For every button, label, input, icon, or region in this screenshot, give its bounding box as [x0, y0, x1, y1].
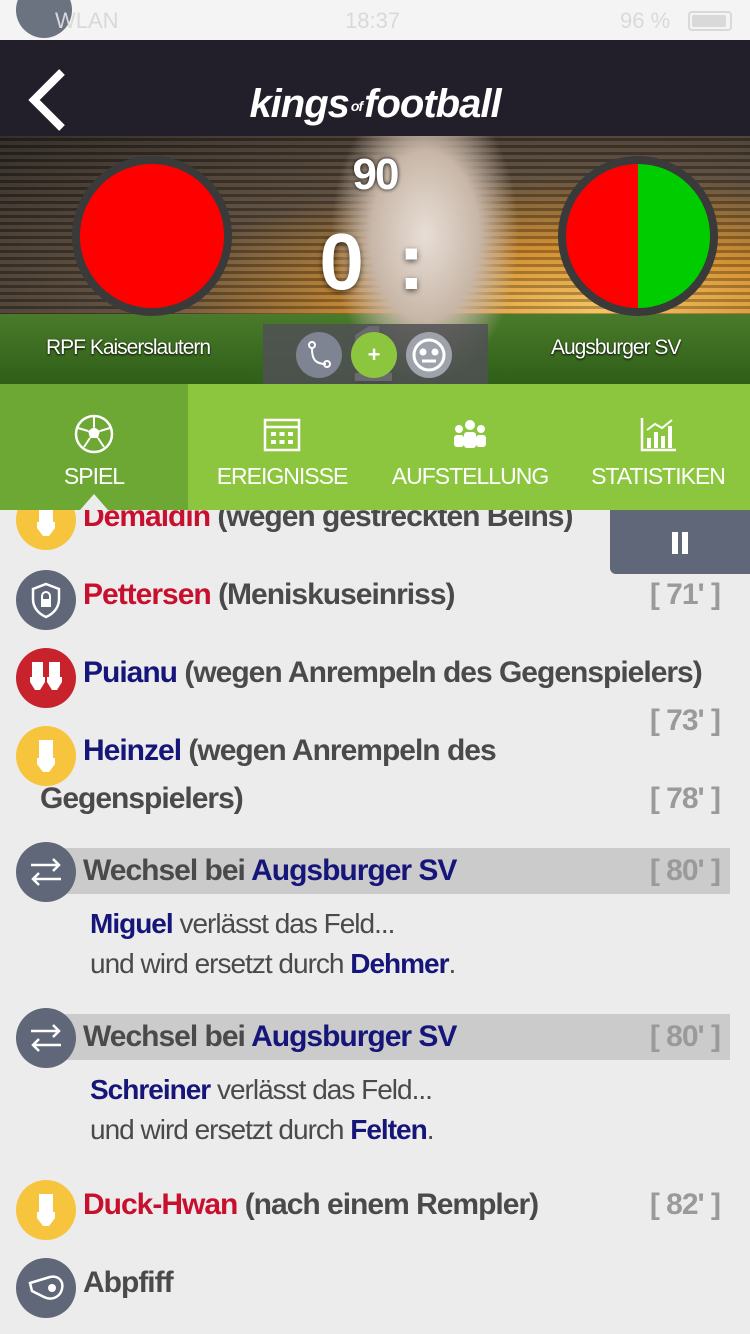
in-end: .	[426, 1114, 435, 1145]
yellow-card-icon	[16, 726, 76, 786]
event-detail: (wegen Anrempeln des Gegenspielers)	[177, 656, 702, 689]
player-name[interactable]: Pettersen	[83, 578, 212, 611]
player-out-name[interactable]: Schreiner	[90, 1074, 211, 1105]
red-card-icon	[16, 648, 76, 708]
event-detail: (Meniskuseinriss)	[210, 578, 455, 611]
active-tab-indicator	[80, 494, 108, 510]
logo-kings: kings	[249, 82, 349, 126]
substitution-in-line: und wird ersetzt durch Felten.	[90, 1114, 434, 1146]
tab-bar: SPIEL EREIGNISSE AUFSTELLUNG STATISTIKEN	[0, 384, 750, 510]
team-name[interactable]: Augsburger SV	[251, 854, 457, 887]
tactics-button[interactable]	[296, 332, 342, 378]
team-name[interactable]: Augsburger SV	[251, 1020, 457, 1053]
tactics-icon	[308, 341, 331, 368]
event-minute: [ 78' ]	[649, 782, 721, 815]
player-name[interactable]: Puianu	[83, 656, 178, 689]
in-end: .	[448, 948, 457, 979]
pause-button[interactable]	[610, 510, 750, 574]
add-button[interactable]: +	[351, 332, 397, 378]
tab-label: AUFSTELLUNG	[391, 463, 549, 489]
event-minute: [ 82' ]	[649, 1188, 721, 1221]
home-team-name: RPF Kaiserslautern	[46, 336, 211, 359]
tab-spiel[interactable]: SPIEL	[0, 384, 188, 510]
event-minute: [ 73' ]	[649, 704, 721, 737]
substitution-label: Wechsel bei	[83, 1020, 252, 1053]
team-icon	[454, 420, 486, 448]
in-text: und wird ersetzt durch	[90, 948, 351, 979]
substitution-out-line: Miguel verlässt das Feld...	[90, 908, 395, 940]
substitution-out-line: Schreiner verlässt das Feld...	[90, 1074, 433, 1106]
player-name[interactable]: Demaldin	[83, 510, 211, 533]
in-text: und wird ersetzt durch	[90, 1114, 351, 1145]
player-in-name[interactable]: Dehmer	[350, 948, 449, 979]
app-logo: kings offootball	[0, 82, 750, 127]
tab-aufstellung[interactable]: AUFSTELLUNG	[376, 384, 564, 510]
status-time: 18:37	[345, 8, 401, 33]
tab-statistiken[interactable]: STATISTIKEN	[564, 384, 750, 510]
match-controls: +	[263, 324, 488, 384]
substitution-title: Wechsel bei Augsburger SV	[83, 1020, 457, 1054]
tab-label: STATISTIKEN	[591, 463, 726, 489]
event-label: Abpfiff	[83, 1266, 174, 1299]
app-header: kings offootball	[0, 40, 750, 136]
event-text: Duck-Hwan (nach einem Rempler)	[83, 1188, 539, 1222]
substitution-icon	[16, 1008, 76, 1068]
player-name[interactable]: Duck-Hwan	[83, 1188, 238, 1221]
home-team-crest[interactable]	[72, 156, 232, 316]
away-team-name: Augsburger SV	[551, 336, 681, 359]
whistle-icon	[16, 1258, 76, 1318]
substitution-icon	[16, 842, 76, 902]
calendar-icon	[263, 418, 301, 452]
status-bar: WLAN 18:37 96 %	[0, 0, 750, 40]
player-out-name[interactable]: Miguel	[90, 908, 174, 939]
event-text: Abpfiff	[83, 1266, 174, 1300]
match-minute: 90	[352, 150, 400, 199]
yellow-card-icon	[16, 1180, 76, 1240]
tab-ereignisse[interactable]: EREIGNISSE	[188, 384, 376, 510]
face-icon	[412, 338, 446, 372]
logo-of: of	[350, 98, 363, 115]
tab-label: SPIEL	[63, 463, 125, 489]
out-text: verlässt das Feld...	[172, 908, 395, 939]
player-name[interactable]: Heinzel	[83, 734, 182, 767]
tab-label: EREIGNISSE	[216, 463, 349, 489]
away-team-crest[interactable]	[558, 156, 718, 316]
event-minute: [ 80' ]	[649, 1020, 721, 1053]
plus-icon: +	[367, 342, 381, 367]
substitution-in-line: und wird ersetzt durch Dehmer.	[90, 948, 457, 980]
logo-football: football	[364, 82, 501, 126]
substitution-label: Wechsel bei	[83, 854, 252, 887]
event-detail-continued: Gegenspielers)	[40, 782, 244, 815]
event-text: Demaldin (wegen gestreckten Beins)	[83, 510, 573, 534]
substitution-title: Wechsel bei Augsburger SV	[83, 854, 457, 888]
scoreboard: 90 0 : 1 RPF Kaiserslautern Augsburger S…	[0, 136, 750, 384]
event-detail: (wegen gestreckten Beins)	[210, 510, 573, 533]
out-text: verlässt das Feld...	[210, 1074, 433, 1105]
event-text: Pettersen (Meniskuseinriss)	[83, 578, 455, 612]
battery-icon	[688, 11, 732, 31]
chart-icon	[640, 418, 676, 452]
event-minute: [ 80' ]	[649, 854, 721, 887]
event-detail: (nach einem Rempler)	[237, 1188, 539, 1221]
event-minute: [ 71' ]	[649, 578, 721, 611]
soccer-ball-icon	[74, 414, 114, 454]
player-in-name[interactable]: Felten	[350, 1114, 427, 1145]
event-text: Heinzel (wegen Anrempeln des	[83, 734, 497, 768]
yellow-card-icon	[16, 510, 76, 550]
network-label: WLAN	[55, 8, 119, 33]
battery-percent: 96 %	[620, 8, 671, 33]
injury-shield-icon	[16, 570, 76, 630]
event-detail: (wegen Anrempeln des	[181, 734, 496, 767]
event-text: Puianu (wegen Anrempeln des Gegenspieler…	[83, 656, 703, 690]
events-list[interactable]: Demaldin (wegen gestreckten Beins) Pette…	[0, 510, 750, 1334]
mood-button[interactable]	[406, 332, 452, 378]
